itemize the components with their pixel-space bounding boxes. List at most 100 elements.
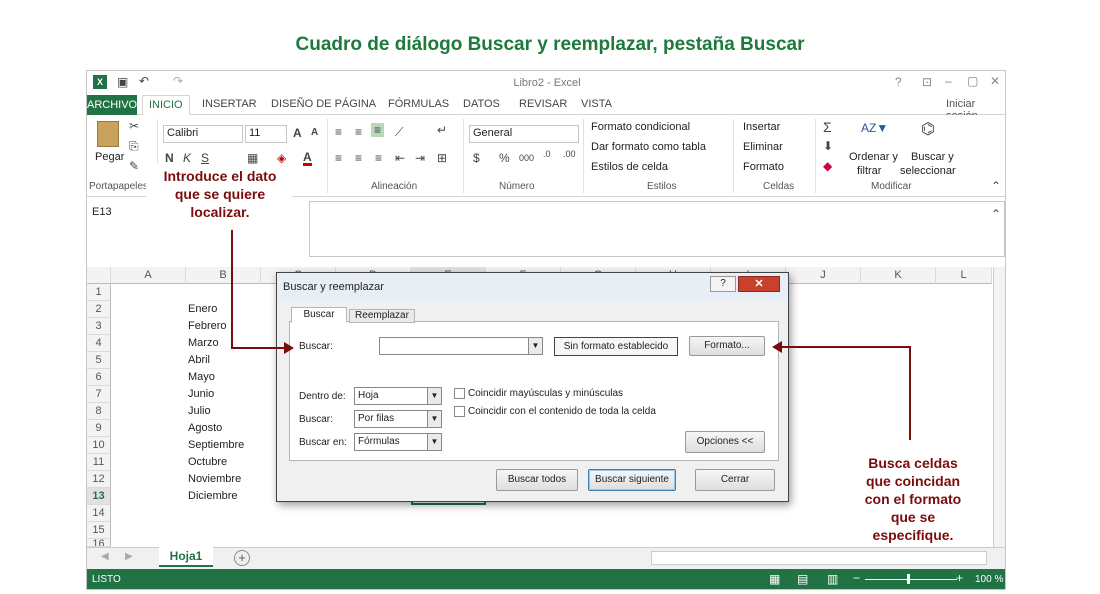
add-sheet-icon[interactable]: + (234, 550, 250, 566)
row-header[interactable]: 10 (87, 437, 111, 454)
cell-styles-button[interactable]: Estilos de celda (591, 161, 668, 173)
formula-input[interactable] (309, 201, 1005, 257)
paste-label[interactable]: Pegar (95, 151, 124, 163)
row-header[interactable]: 1 (87, 284, 111, 301)
copy-icon[interactable]: ⎘ (129, 139, 139, 154)
minimize-icon[interactable]: – (945, 74, 952, 88)
match-whole-label[interactable]: Coincidir con el contenido de toda la ce… (468, 406, 656, 417)
delete-cells-button[interactable]: Eliminar (743, 141, 783, 153)
restore-icon[interactable]: ▢ (967, 74, 978, 88)
cut-icon[interactable]: ✂ (129, 119, 139, 133)
tab-inicio[interactable]: INICIO (142, 95, 190, 116)
select-all[interactable] (87, 267, 111, 284)
help-icon[interactable]: ? (895, 75, 902, 89)
expand-formula-icon[interactable]: ⌃ (991, 207, 1001, 221)
cell-month[interactable]: Septiembre (186, 437, 244, 454)
row-header[interactable]: 4 (87, 335, 111, 352)
collapse-ribbon-icon[interactable]: ⌃ (991, 179, 1001, 193)
find-next-button[interactable]: Buscar siguiente (588, 469, 676, 491)
chevron-down-icon[interactable]: ▼ (427, 388, 441, 404)
zoom-slider[interactable] (865, 579, 957, 580)
format-cells-button[interactable]: Formato (743, 161, 784, 173)
underline-icon[interactable]: S (201, 151, 209, 165)
clear-icon[interactable]: ◆ (823, 159, 832, 173)
cell-month[interactable]: Junio (186, 386, 214, 403)
comma-style-icon[interactable]: 000 (519, 153, 534, 163)
row-header[interactable]: 9 (87, 420, 111, 437)
row-header[interactable]: 7 (87, 386, 111, 403)
tab-archivo[interactable]: ARCHIVO (87, 95, 137, 115)
font-color-icon[interactable]: A (303, 151, 312, 166)
bold-icon[interactable]: N (165, 151, 174, 165)
row-header[interactable]: 8 (87, 403, 111, 420)
zoom-slider-thumb[interactable] (907, 574, 910, 584)
align-bottom-icon[interactable]: ≡ (371, 123, 385, 137)
align-right-icon[interactable]: ≡ (375, 151, 382, 165)
row-header[interactable]: 3 (87, 318, 111, 335)
tab-insertar[interactable]: INSERTAR (202, 98, 257, 110)
cell-month[interactable]: Noviembre (186, 471, 241, 488)
row-header[interactable]: 5 (87, 352, 111, 369)
row-header[interactable]: 6 (87, 369, 111, 386)
fill-icon[interactable]: ⬇ (823, 139, 833, 153)
row-header[interactable]: 11 (87, 454, 111, 471)
cell-month[interactable]: Enero (186, 301, 217, 318)
tab-buscar[interactable]: Buscar (291, 307, 347, 323)
row-header[interactable]: 15 (87, 522, 111, 539)
font-size-select[interactable]: 11 (245, 125, 287, 143)
row-header[interactable]: 16 (87, 539, 111, 547)
table-format-button[interactable]: Dar formato como tabla (591, 141, 706, 153)
format-button[interactable]: Formato... (689, 336, 765, 356)
search-order-select[interactable]: Por filas ▼ (354, 410, 442, 428)
tab-diseno[interactable]: DISEÑO DE PÁGINA (271, 98, 376, 110)
increase-decimal-icon[interactable]: .0 (543, 149, 551, 159)
tab-reemplazar[interactable]: Reemplazar (349, 309, 415, 323)
find-all-button[interactable]: Buscar todos (496, 469, 578, 491)
grow-font-icon[interactable]: A (293, 126, 302, 140)
vertical-scrollbar[interactable] (993, 267, 1005, 547)
ribbon-display-icon[interactable]: ⊡ (922, 75, 932, 89)
cell-month[interactable]: Marzo (186, 335, 219, 352)
find-label-1[interactable]: Buscar y (911, 151, 954, 163)
match-whole-checkbox[interactable] (454, 406, 465, 417)
within-select[interactable]: Hoja ▼ (354, 387, 442, 405)
format-painter-icon[interactable]: ✎ (129, 159, 139, 173)
row-header[interactable]: 12 (87, 471, 111, 488)
currency-icon[interactable]: $ (473, 151, 480, 165)
number-format-select[interactable]: General (469, 125, 579, 143)
find-input[interactable]: ▼ (379, 337, 543, 355)
column-header[interactable]: K (861, 267, 936, 284)
font-name-select[interactable]: Calibri (163, 125, 243, 143)
column-header[interactable]: J (786, 267, 861, 284)
find-label-2[interactable]: seleccionar (900, 165, 956, 177)
fill-color-icon[interactable]: ◈ (277, 151, 286, 165)
next-sheet-icon[interactable]: ▶ (125, 551, 133, 562)
horizontal-scrollbar[interactable] (651, 551, 987, 565)
row-header[interactable]: 13 (87, 488, 111, 505)
column-header[interactable]: B (186, 267, 261, 284)
chevron-down-icon[interactable]: ▼ (427, 411, 441, 427)
shrink-font-icon[interactable]: A (311, 127, 318, 138)
decrease-indent-icon[interactable]: ⇤ (395, 151, 405, 165)
binoculars-icon[interactable]: ⌬ (921, 119, 935, 139)
match-case-checkbox[interactable] (454, 388, 465, 399)
close-button[interactable]: Cerrar (695, 469, 775, 491)
dialog-help-icon[interactable]: ? (710, 276, 736, 292)
sheet-tab-hoja1[interactable]: Hoja1 (159, 547, 213, 567)
prev-sheet-icon[interactable]: ◀ (101, 551, 109, 562)
name-box[interactable]: E13 (89, 205, 149, 223)
orientation-icon[interactable]: ⟋ (395, 125, 403, 140)
dialog-close-icon[interactable]: ✕ (738, 276, 780, 292)
cell-month[interactable]: Agosto (186, 420, 222, 437)
cell-month[interactable]: Abril (186, 352, 210, 369)
cond-format-button[interactable]: Formato condicional (591, 121, 690, 133)
column-header[interactable]: A (111, 267, 186, 284)
cell-month[interactable]: Febrero (186, 318, 227, 335)
options-button[interactable]: Opciones << (685, 431, 765, 453)
italic-icon[interactable]: K (183, 151, 191, 165)
zoom-in-icon[interactable]: + (956, 571, 963, 585)
tab-datos[interactable]: DATOS (463, 98, 500, 110)
page-break-icon[interactable]: ▥ (827, 572, 838, 586)
paste-icon[interactable] (97, 121, 119, 147)
tab-formulas[interactable]: FÓRMULAS (388, 98, 449, 110)
